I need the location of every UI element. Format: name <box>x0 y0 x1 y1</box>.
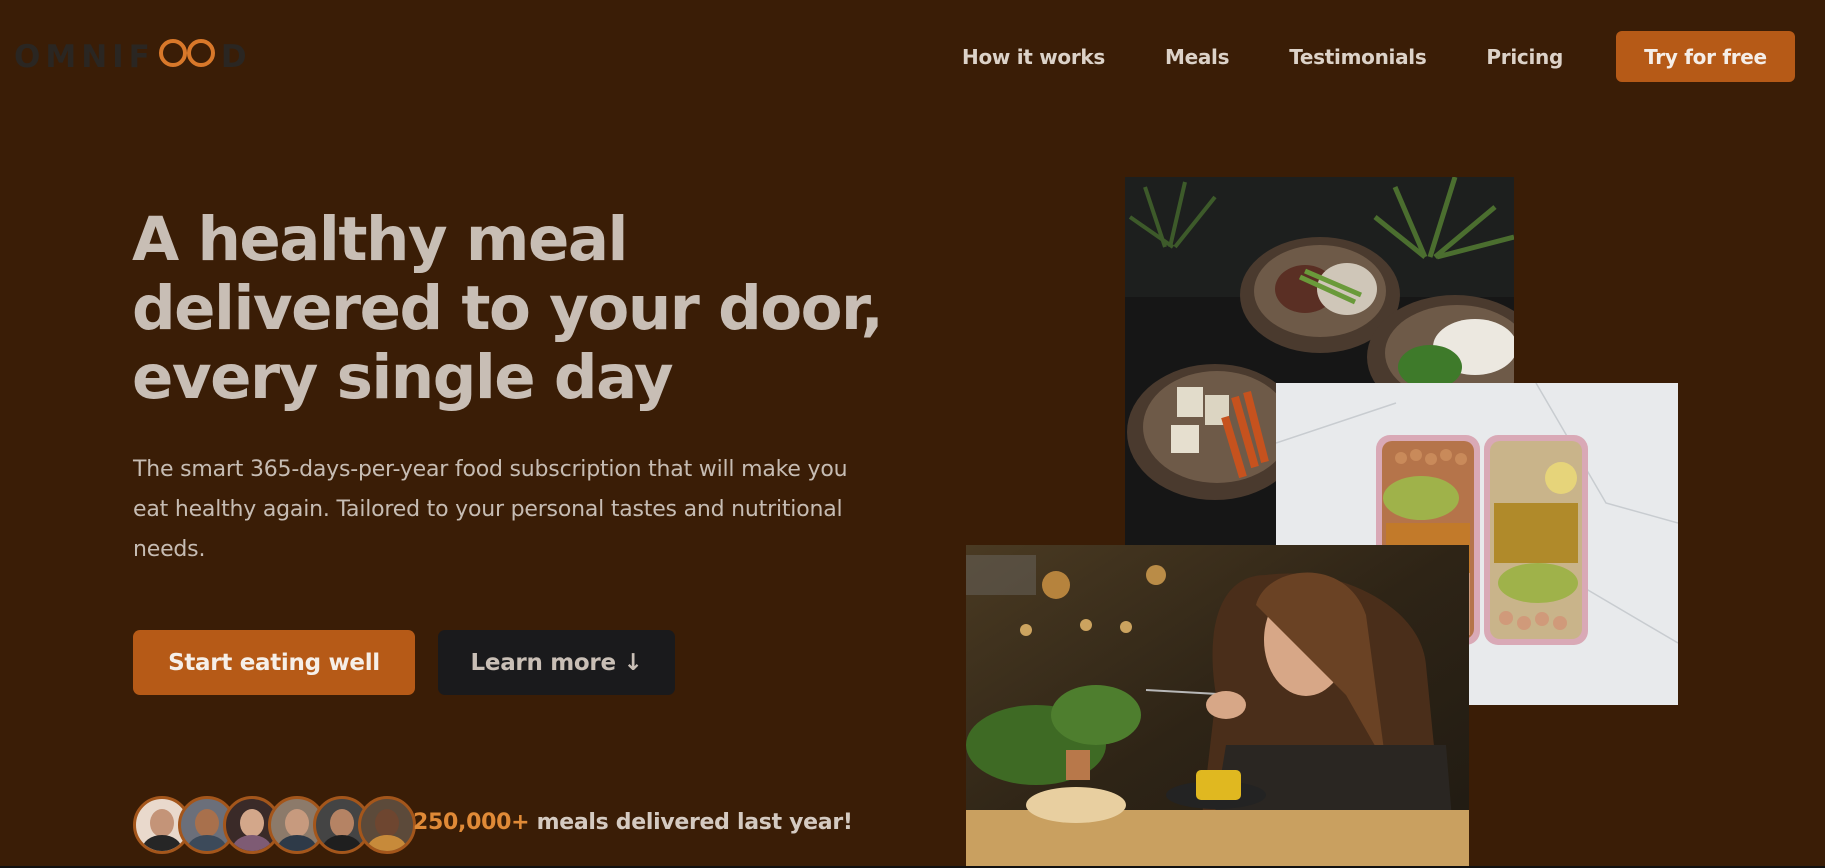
hero-title-line-3: every single day <box>132 342 674 413</box>
meals-delivered-label: meals delivered last year! <box>529 810 853 835</box>
main-nav: How it works Meals Testimonials Pricing <box>962 38 1563 76</box>
nav-meals[interactable]: Meals <box>1165 45 1230 69</box>
customer-avatars <box>133 796 416 854</box>
logo[interactable]: OMNIF D <box>14 38 252 76</box>
avatar <box>358 796 416 854</box>
logo-text-right: D <box>220 39 252 75</box>
try-for-free-button[interactable]: Try for free <box>1616 31 1795 82</box>
meals-delivered-text: 250,000+ meals delivered last year! <box>413 810 853 835</box>
hero-title-line-1: A healthy meal <box>132 204 628 275</box>
woman-eating-photo <box>966 545 1469 868</box>
nav-pricing[interactable]: Pricing <box>1486 45 1563 69</box>
start-eating-well-button[interactable]: Start eating well <box>133 630 415 695</box>
learn-more-button[interactable]: Learn more ↓ <box>438 630 675 695</box>
hero-title: A healthy meal delivered to your door, e… <box>132 205 892 412</box>
logo-text-left: OMNIF <box>14 39 155 75</box>
meals-delivered-count: 250,000+ <box>413 810 530 835</box>
nav-how-it-works[interactable]: How it works <box>962 45 1105 69</box>
infinity-mark-icon <box>157 36 219 78</box>
hero-description: The smart 365-days-per-year food subscri… <box>133 457 848 562</box>
nav-testimonials[interactable]: Testimonials <box>1289 45 1427 69</box>
hero-title-line-2: delivered to your door, <box>132 273 884 344</box>
landing-page: OMNIF D How it works Meals Testimonials … <box>0 0 1825 868</box>
